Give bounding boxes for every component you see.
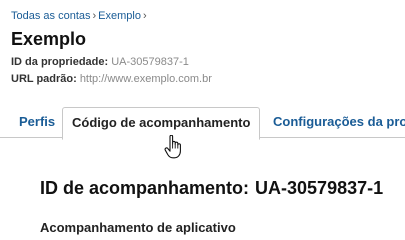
- breadcrumb-separator: ›: [92, 10, 97, 22]
- tracking-id-value: UA-30579837-1: [255, 178, 384, 198]
- property-id-label: ID da propriedade:: [11, 56, 109, 68]
- breadcrumb-separator: ›: [142, 10, 147, 22]
- breadcrumb: Todas as contas › Exemplo ›: [11, 10, 149, 22]
- property-id-row: ID da propriedade: UA-30579837-1: [11, 56, 189, 68]
- default-url-value: http://www.exemplo.com.br: [79, 73, 212, 85]
- tracking-id-heading: ID de acompanhamento: UA-30579837-1: [40, 178, 383, 199]
- page-title: Exemplo: [11, 29, 87, 49]
- tab-tracking-code[interactable]: Código de acompanhamento: [62, 107, 261, 140]
- property-id-value: UA-30579837-1: [111, 56, 189, 68]
- app-tracking-heading: Acompanhamento de aplicativo: [40, 220, 236, 235]
- default-url-label: URL padrão:: [11, 73, 77, 85]
- breadcrumb-link-all-accounts[interactable]: Todas as contas: [11, 10, 91, 22]
- hand-pointer-icon: [164, 135, 181, 159]
- default-url-row: URL padrão: http://www.exemplo.com.br: [11, 73, 212, 85]
- breadcrumb-link-exemplo[interactable]: Exemplo: [98, 10, 141, 22]
- tracking-id-label: ID de acompanhamento:: [40, 178, 250, 198]
- tab-profiles[interactable]: Perfis: [19, 107, 55, 137]
- tab-property-settings[interactable]: Configurações da pro: [273, 107, 405, 137]
- tab-bar: Perfis Código de acompanhamento Configur…: [0, 107, 405, 140]
